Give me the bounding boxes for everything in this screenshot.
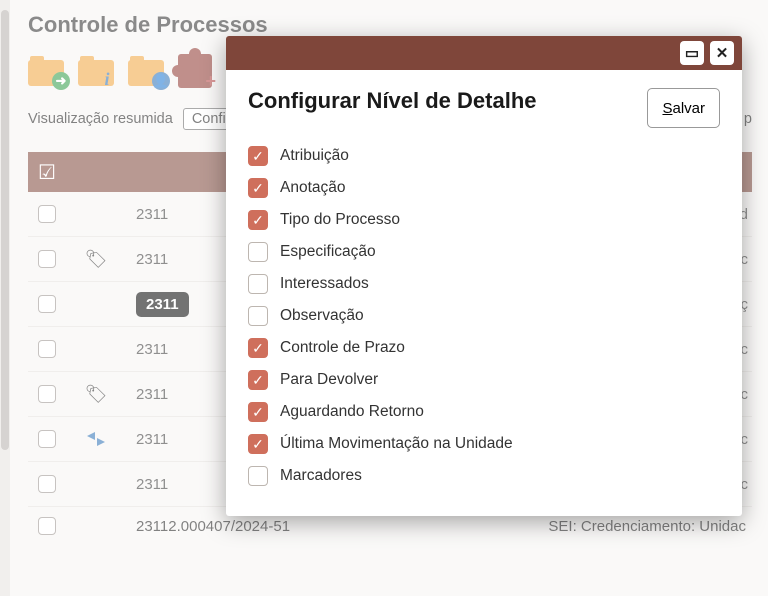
detail-option[interactable]: Especificação xyxy=(248,242,720,262)
save-button[interactable]: Salvar xyxy=(647,88,720,128)
detail-option[interactable]: ✓ Última Movimentação na Unidade xyxy=(248,434,720,454)
detail-option[interactable]: Observação xyxy=(248,306,720,326)
checkbox-unchecked-icon[interactable] xyxy=(248,274,268,294)
checkbox-unchecked-icon[interactable] xyxy=(248,306,268,326)
detail-option-label: Tipo do Processo xyxy=(280,211,400,229)
detail-option-label: Anotação xyxy=(280,179,346,197)
detail-option[interactable]: ✓ Tipo do Processo xyxy=(248,210,720,230)
checkbox-checked-icon[interactable]: ✓ xyxy=(248,370,268,390)
detail-option-label: Observação xyxy=(280,307,364,325)
modal-titlebar: ▭ ✕ xyxy=(226,36,742,70)
config-detail-modal: ▭ ✕ Configurar Nível de Detalhe Salvar ✓… xyxy=(226,36,742,516)
checkbox-checked-icon[interactable]: ✓ xyxy=(248,210,268,230)
detail-option[interactable]: ✓ Anotação xyxy=(248,178,720,198)
checkbox-checked-icon[interactable]: ✓ xyxy=(248,338,268,358)
modal-title: Configurar Nível de Detalhe xyxy=(248,88,537,114)
checkbox-checked-icon[interactable]: ✓ xyxy=(248,178,268,198)
checkbox-checked-icon[interactable]: ✓ xyxy=(248,146,268,166)
minimize-icon[interactable]: ▭ xyxy=(680,41,704,65)
detail-option[interactable]: ✓ Atribuição xyxy=(248,146,720,166)
checkbox-checked-icon[interactable]: ✓ xyxy=(248,402,268,422)
detail-option[interactable]: Interessados xyxy=(248,274,720,294)
close-icon[interactable]: ✕ xyxy=(710,41,734,65)
detail-option-label: Interessados xyxy=(280,275,369,293)
detail-option[interactable]: ✓ Controle de Prazo xyxy=(248,338,720,358)
detail-option[interactable]: Marcadores xyxy=(248,466,720,486)
detail-option-label: Especificação xyxy=(280,243,376,261)
detail-option-label: Última Movimentação na Unidade xyxy=(280,435,513,453)
detail-option-label: Marcadores xyxy=(280,467,362,485)
detail-option-label: Controle de Prazo xyxy=(280,339,405,357)
detail-option-label: Aguardando Retorno xyxy=(280,403,424,421)
detail-option[interactable]: ✓ Para Devolver xyxy=(248,370,720,390)
detail-option-label: Atribuição xyxy=(280,147,349,165)
checkbox-checked-icon[interactable]: ✓ xyxy=(248,434,268,454)
checkbox-unchecked-icon[interactable] xyxy=(248,466,268,486)
checkbox-unchecked-icon[interactable] xyxy=(248,242,268,262)
detail-option-label: Para Devolver xyxy=(280,371,378,389)
detail-option[interactable]: ✓ Aguardando Retorno xyxy=(248,402,720,422)
